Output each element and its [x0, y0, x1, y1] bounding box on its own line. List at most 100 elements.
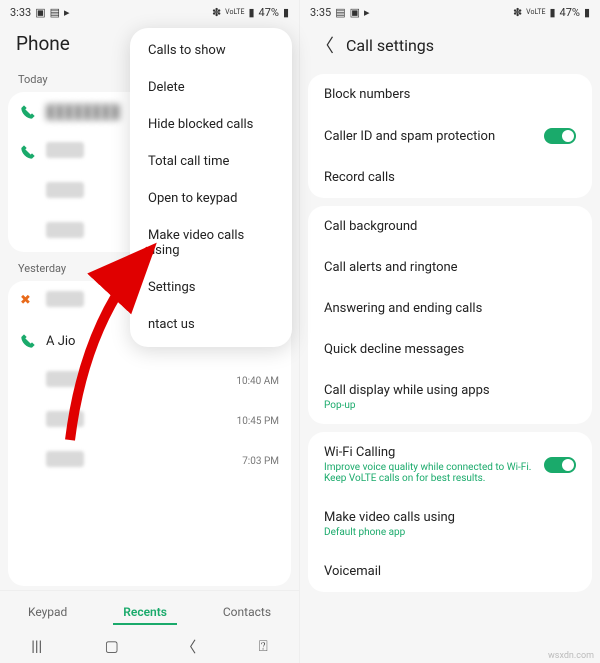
play-icon: ▸	[364, 6, 370, 19]
settings-group-1: Block numbers Caller ID and spam protect…	[308, 74, 592, 198]
battery-icon: ▮	[584, 6, 590, 19]
menu-make-video-calls[interactable]: Make video calls using	[130, 217, 292, 269]
setting-label: Caller ID and spam protection	[324, 129, 495, 144]
battery-icon: ▮	[283, 6, 289, 19]
setting-voicemail[interactable]: Voicemail	[308, 551, 592, 592]
menu-total-call-time[interactable]: Total call time	[130, 143, 292, 180]
caller-name-blurred	[46, 291, 84, 307]
phone-app-screen: 3:33 ▣ ▤ ▸ ✽ VoLTE ▮ 47% ▮ Phone Today █…	[0, 0, 300, 663]
setting-label: Quick decline messages	[324, 342, 464, 357]
camera-icon: ▣	[350, 6, 360, 19]
signal-icon: ▮	[549, 6, 555, 19]
accessibility-nav-icon[interactable]: ⍰	[259, 637, 268, 655]
menu-hide-blocked[interactable]: Hide blocked calls	[130, 106, 292, 143]
back-nav-icon[interactable]: 〈	[181, 636, 196, 657]
settings-title: Call settings	[346, 36, 434, 55]
outgoing-call-icon	[20, 333, 36, 349]
home-nav-icon[interactable]: ▢	[105, 637, 119, 655]
outgoing-call-icon	[20, 104, 36, 120]
bluetooth-icon: ✽	[513, 6, 522, 19]
setting-label-text: Wi-Fi Calling	[324, 445, 395, 460]
volte-icon: VoLTE	[526, 8, 545, 16]
toggle-switch[interactable]	[544, 457, 576, 473]
setting-caller-id-spam[interactable]: Caller ID and spam protection	[308, 115, 592, 157]
gallery-icon: ▤	[50, 6, 60, 19]
call-row[interactable]: 10:40 AM	[8, 361, 291, 401]
status-time: 3:33	[10, 6, 31, 19]
tab-recents[interactable]: Recents	[113, 601, 177, 625]
setting-call-background[interactable]: Call background	[308, 206, 592, 247]
settings-group-2: Call background Call alerts and ringtone…	[308, 206, 592, 424]
status-bar: 3:35 ▤ ▣ ▸ ✽ VoLTE ▮ 47% ▮	[300, 0, 600, 24]
android-navbar: ||| ▢ 〈 ⍰	[0, 629, 299, 663]
battery-text: 47%	[560, 6, 580, 19]
volte-icon: VoLTE	[225, 8, 244, 16]
menu-contact-us[interactable]: ntact us	[130, 306, 292, 343]
camera-icon: ▣	[35, 6, 45, 19]
gallery-icon: ▤	[335, 6, 345, 19]
setting-call-display[interactable]: Call display while using apps Pop-up	[308, 370, 592, 424]
status-bar: 3:33 ▣ ▤ ▸ ✽ VoLTE ▮ 47% ▮	[0, 0, 299, 24]
setting-subtext: Pop-up	[324, 400, 490, 411]
settings-header: 〈 Call settings	[300, 24, 600, 70]
caller-name-blurred	[46, 371, 84, 387]
tab-contacts[interactable]: Contacts	[213, 601, 281, 625]
menu-open-to-keypad[interactable]: Open to keypad	[130, 180, 292, 217]
menu-settings[interactable]: Settings	[130, 269, 292, 306]
menu-calls-to-show[interactable]: Calls to show	[130, 32, 292, 69]
battery-text: 47%	[259, 6, 279, 19]
call-time: 10:45 PM	[237, 416, 279, 427]
setting-answering-ending[interactable]: Answering and ending calls	[308, 288, 592, 329]
bottom-tabs: Keypad Recents Contacts	[0, 590, 299, 629]
setting-label: Answering and ending calls	[324, 301, 482, 316]
setting-label-text: Make video calls using	[324, 510, 455, 525]
back-button[interactable]: 〈	[316, 32, 334, 58]
call-time: 10:40 AM	[236, 376, 279, 387]
setting-call-alerts[interactable]: Call alerts and ringtone	[308, 247, 592, 288]
overflow-menu: Calls to show Delete Hide blocked calls …	[130, 28, 292, 347]
setting-label: Wi-Fi Calling Improve voice quality whil…	[324, 445, 534, 484]
setting-quick-decline[interactable]: Quick decline messages	[308, 329, 592, 370]
settings-group-3: Wi-Fi Calling Improve voice quality whil…	[308, 432, 592, 592]
tab-keypad[interactable]: Keypad	[18, 601, 77, 625]
caller-avatar	[20, 224, 36, 240]
status-time: 3:35	[310, 6, 331, 19]
call-row[interactable]: 10:45 PM	[8, 401, 291, 441]
recents-nav-icon[interactable]: |||	[31, 637, 42, 655]
setting-make-video-calls[interactable]: Make video calls using Default phone app	[308, 497, 592, 551]
setting-label-text: Call display while using apps	[324, 383, 490, 398]
caller-avatar	[20, 184, 36, 200]
caller-name-blurred	[46, 411, 84, 427]
toggle-switch[interactable]	[544, 128, 576, 144]
call-time: 7:03 PM	[242, 456, 279, 467]
setting-label: Voicemail	[324, 564, 381, 579]
caller-avatar	[20, 373, 36, 389]
setting-label: Make video calls using Default phone app	[324, 510, 455, 538]
setting-label: Call alerts and ringtone	[324, 260, 458, 275]
setting-block-numbers[interactable]: Block numbers	[308, 74, 592, 115]
setting-label: Record calls	[324, 170, 395, 185]
caller-avatar	[20, 453, 36, 469]
setting-subtext: Improve voice quality while connected to…	[324, 462, 534, 484]
bluetooth-icon: ✽	[212, 6, 221, 19]
watermark: wsxdn.com	[548, 651, 594, 661]
setting-label: Block numbers	[324, 87, 410, 102]
caller-name-blurred	[46, 451, 84, 467]
call-settings-screen: 3:35 ▤ ▣ ▸ ✽ VoLTE ▮ 47% ▮ 〈 Call settin…	[300, 0, 600, 663]
call-row[interactable]: 7:03 PM	[8, 441, 291, 481]
setting-record-calls[interactable]: Record calls	[308, 157, 592, 198]
signal-icon: ▮	[248, 6, 254, 19]
caller-name-blurred	[46, 182, 84, 198]
caller-name-blurred	[46, 222, 84, 238]
contact-avatar-icon: ✖	[20, 293, 36, 309]
setting-label: Call display while using apps Pop-up	[324, 383, 490, 411]
setting-wifi-calling[interactable]: Wi-Fi Calling Improve voice quality whil…	[308, 432, 592, 497]
caller-name-blurred	[46, 142, 84, 158]
play-icon: ▸	[64, 6, 70, 19]
setting-label: Call background	[324, 219, 417, 234]
menu-delete[interactable]: Delete	[130, 69, 292, 106]
setting-subtext: Default phone app	[324, 527, 455, 538]
outgoing-call-icon	[20, 144, 36, 160]
caller-avatar	[20, 413, 36, 429]
app-title: Phone	[16, 32, 70, 55]
